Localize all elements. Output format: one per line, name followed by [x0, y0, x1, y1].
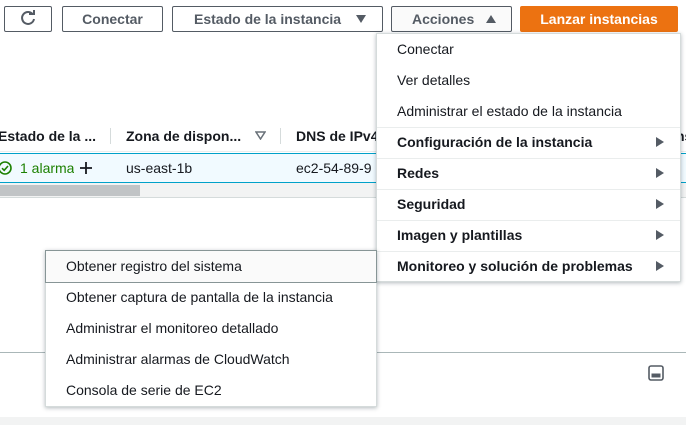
actions-button-label: Acciones — [412, 11, 475, 27]
scrollbar-thumb[interactable] — [0, 185, 140, 196]
column-header-state[interactable]: Estado de la ... — [0, 120, 108, 152]
column-separator[interactable] — [280, 128, 281, 144]
monitor-submenu: Obtener registro del sistema Obtener cap… — [45, 250, 377, 407]
alarm-status-link[interactable]: 1 alarma — [20, 154, 74, 182]
page-footer-strip — [0, 417, 686, 425]
menu-item-view-details[interactable]: Ver detalles — [377, 65, 680, 96]
chevron-right-icon — [656, 168, 664, 178]
availability-zone-cell: us-east-1b — [126, 160, 193, 176]
chevron-right-icon — [656, 199, 664, 209]
menu-item-instance-settings[interactable]: Configuración de la instancia — [377, 127, 680, 158]
submenu-item-manage-detailed-monitoring[interactable]: Administrar el monitoreo detallado — [46, 313, 376, 344]
instance-state-label: Estado de la instancia — [194, 11, 342, 27]
add-alarm-icon[interactable] — [79, 161, 93, 175]
refresh-icon — [21, 10, 35, 25]
connect-button[interactable]: Conectar — [62, 6, 163, 32]
actions-menu: Conectar Ver detalles Administrar el est… — [376, 33, 681, 282]
sort-icon[interactable] — [255, 131, 266, 140]
menu-item-image-templates[interactable]: Imagen y plantillas — [377, 220, 680, 251]
menu-item-monitor-troubleshoot[interactable]: Monitoreo y solución de problemas — [377, 251, 680, 282]
submenu-item-get-system-log[interactable]: Obtener registro del sistema — [45, 250, 377, 283]
submenu-item-manage-cloudwatch-alarms[interactable]: Administrar alarmas de CloudWatch — [46, 344, 376, 375]
dns-cell: ec2-54-89-9 — [296, 160, 372, 176]
chevron-right-icon — [656, 137, 664, 147]
caret-up-icon — [486, 15, 497, 23]
launch-instances-label: Lanzar instancias — [540, 11, 658, 27]
actions-button[interactable]: Acciones — [391, 6, 512, 32]
chevron-right-icon — [656, 261, 664, 271]
menu-item-manage-state[interactable]: Administrar el estado de la instancia — [377, 96, 680, 127]
connect-button-label: Conectar — [82, 11, 143, 27]
menu-item-connect[interactable]: Conectar — [377, 34, 680, 65]
refresh-button[interactable] — [4, 6, 52, 32]
caret-down-icon — [356, 15, 367, 23]
launch-instances-button[interactable]: Lanzar instancias — [520, 6, 678, 32]
submenu-item-get-screenshot[interactable]: Obtener captura de pantalla de la instan… — [46, 282, 376, 313]
menu-item-networking[interactable]: Redes — [377, 158, 680, 189]
menu-item-security[interactable]: Seguridad — [377, 189, 680, 220]
check-circle-icon — [0, 161, 12, 175]
column-header-zone[interactable]: Zona de dispon... — [126, 120, 248, 152]
chevron-right-icon — [656, 230, 664, 240]
instance-state-button[interactable]: Estado de la instancia — [172, 6, 383, 32]
column-separator[interactable] — [110, 128, 111, 144]
submenu-item-ec2-serial-console[interactable]: Consola de serie de EC2 — [46, 375, 376, 406]
column-header-dns[interactable]: DNS de IPv4 — [296, 120, 386, 152]
panel-toggle-icon[interactable] — [648, 365, 664, 381]
